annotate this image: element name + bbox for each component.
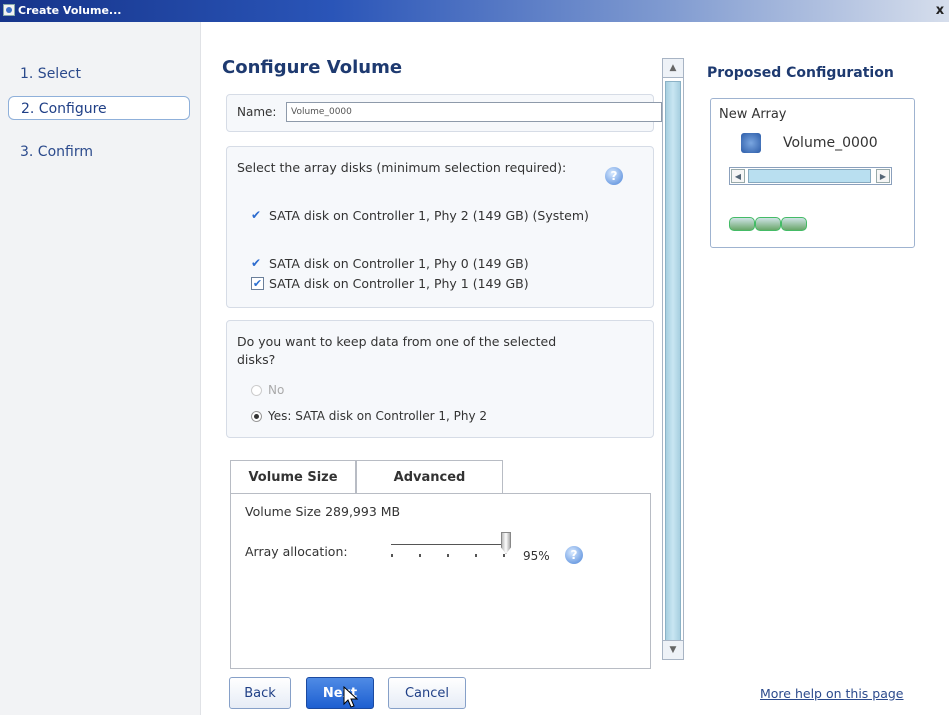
radio-label: Yes: SATA disk on Controller 1, Phy 2 [268,409,487,423]
allocation-percent: 95% [523,549,550,563]
disk-selection-section: Select the array disks (minimum selectio… [226,146,654,308]
scroll-up-icon[interactable]: ▲ [662,58,684,78]
volume-name: Volume_0000 [783,135,878,151]
volume-size-panel: Volume Size 289,993 MB Array allocation:… [230,493,651,669]
array-scrollbar[interactable]: ◀ ▶ [729,167,892,185]
mouse-cursor-icon [343,686,359,708]
disk-item[interactable]: ✔ SATA disk on Controller 1, Phy 0 (149 … [251,255,641,273]
cancel-button[interactable]: Cancel [388,677,466,709]
wizard-steps-sidebar: 1. Select 2. Configure 3. Confirm [0,22,201,715]
step-select[interactable]: 1. Select [8,62,188,86]
scroll-down-icon[interactable]: ▼ [662,640,684,660]
hard-disk-icon [755,217,781,231]
checkbox-checked[interactable]: ✔ [251,209,264,222]
array-allocation-slider[interactable] [391,532,511,562]
disk-selection-prompt: Select the array disks (minimum selectio… [237,160,567,175]
next-button[interactable]: Next [306,677,374,709]
disk-label: SATA disk on Controller 1, Phy 1 (149 GB… [269,276,529,291]
close-icon[interactable]: x [931,2,949,19]
volume-name-input[interactable] [286,102,662,122]
name-section: Name: [226,94,662,132]
keep-data-question: Do you want to keep data from one of the… [237,334,557,367]
checkbox-checked[interactable]: ✔ [251,257,264,270]
radio-button[interactable] [251,385,262,396]
array-allocation-label: Array allocation: [245,544,348,559]
array-label: New Array [719,107,787,122]
scroll-left-icon[interactable]: ◀ [731,169,745,183]
radio-option-no[interactable]: No [251,383,284,397]
disk-label: SATA disk on Controller 1, Phy 0 (149 GB… [269,256,529,271]
disk-label: SATA disk on Controller 1, Phy 2 (149 GB… [269,208,589,223]
volume-size-text: Volume Size 289,993 MB [245,504,401,519]
volume-disk-icon [741,133,761,153]
help-question-icon[interactable]: ? [565,546,583,564]
array-scrollbar-thumb[interactable] [748,169,871,183]
slider-track [391,544,507,545]
tab-advanced[interactable]: Advanced [356,460,503,494]
disk-item[interactable]: ✔ SATA disk on Controller 1, Phy 2 (149 … [251,207,641,225]
radio-label: No [268,383,285,397]
tab-volume-size[interactable]: Volume Size [230,460,356,494]
title-bar: Create Volume... x [0,0,949,22]
slider-thumb[interactable] [501,532,511,554]
hard-disk-icon [729,217,755,231]
name-label: Name: [237,105,277,119]
step-confirm[interactable]: 3. Confirm [8,140,188,164]
proposed-array-box: New Array Volume_0000 ◀ ▶ [710,98,915,248]
slider-tick [475,554,477,557]
disk-item[interactable]: ✔ SATA disk on Controller 1, Phy 1 (149 … [251,275,641,293]
step-configure[interactable]: 2. Configure [8,96,190,120]
radio-button-selected[interactable] [251,411,262,422]
window-title: Create Volume... [18,4,122,17]
keep-data-section: Do you want to keep data from one of the… [226,320,654,438]
slider-tick [391,554,393,557]
help-question-icon[interactable]: ? [605,167,623,185]
back-button[interactable]: Back [229,677,291,709]
more-help-link[interactable]: More help on this page [760,686,904,701]
proposed-configuration-title: Proposed Configuration [707,65,894,81]
slider-tick [447,554,449,557]
vertical-scrollbar[interactable] [662,58,684,660]
page-title: Configure Volume [222,57,403,78]
slider-tick [503,554,505,557]
app-icon [3,4,15,16]
checkbox-checked[interactable]: ✔ [251,277,264,290]
slider-tick [419,554,421,557]
scrollbar-thumb[interactable] [665,81,681,641]
scroll-right-icon[interactable]: ▶ [876,169,890,183]
radio-option-yes[interactable]: Yes: SATA disk on Controller 1, Phy 2 [251,409,487,423]
hard-disk-icon [781,217,807,231]
